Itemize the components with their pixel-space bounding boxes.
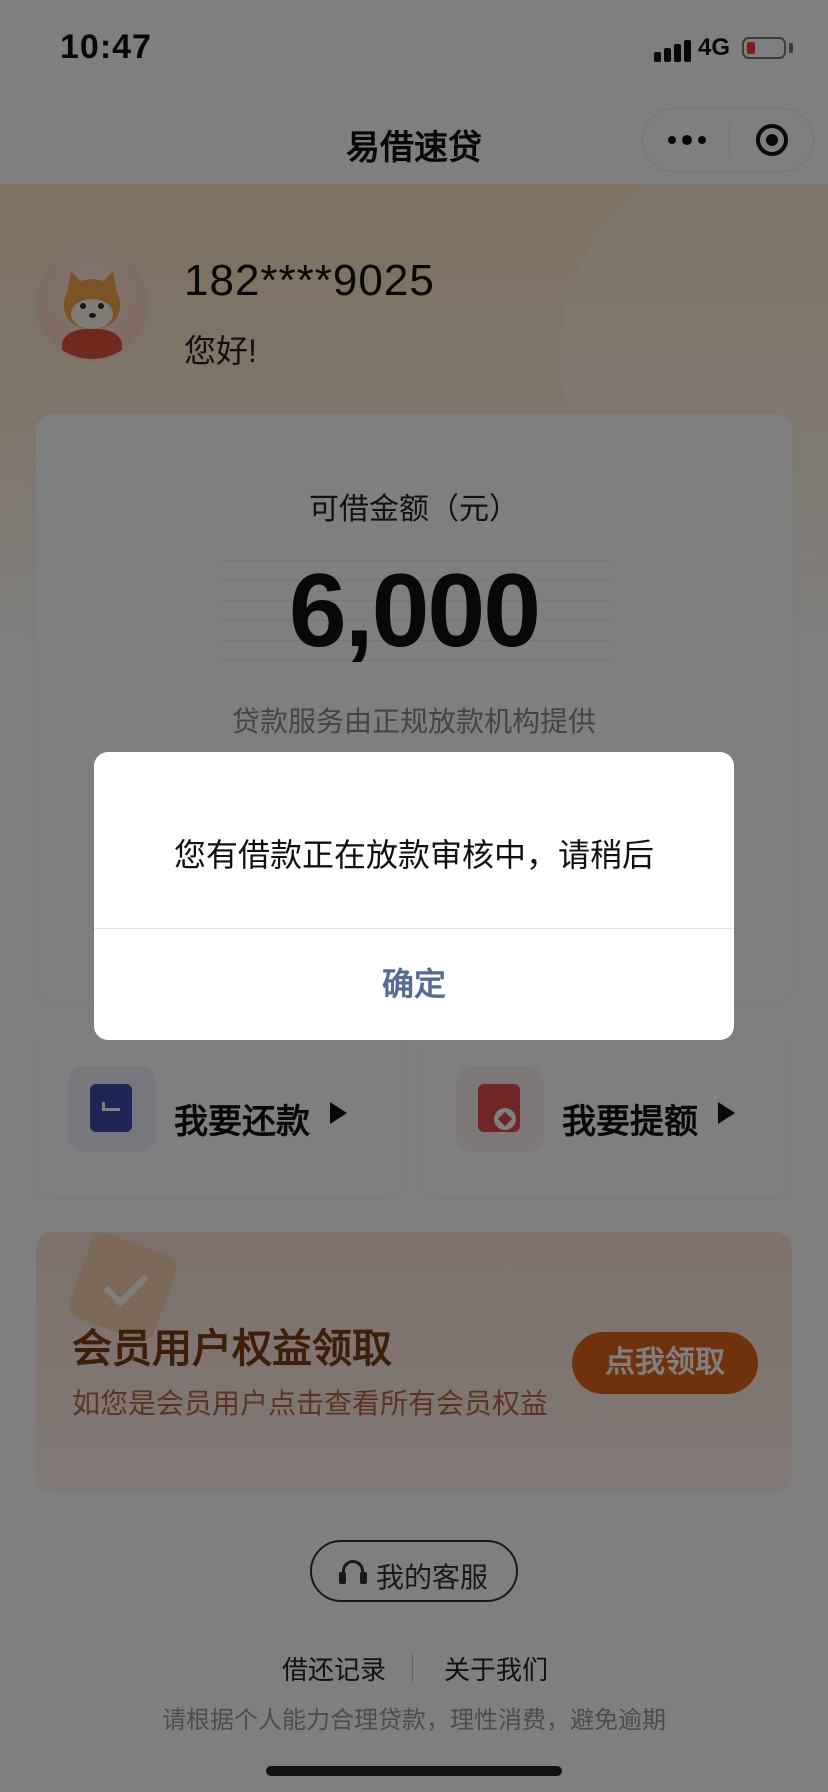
alert-dialog: 您有借款正在放款审核中，请稍后 确定	[94, 752, 734, 1040]
dialog-message: 您有借款正在放款审核中，请稍后	[173, 837, 654, 873]
confirm-button[interactable]: 确定	[94, 929, 734, 1040]
home-indicator[interactable]	[266, 1766, 562, 1776]
page: 10:47 4G 易借速贷	[0, 0, 828, 1792]
